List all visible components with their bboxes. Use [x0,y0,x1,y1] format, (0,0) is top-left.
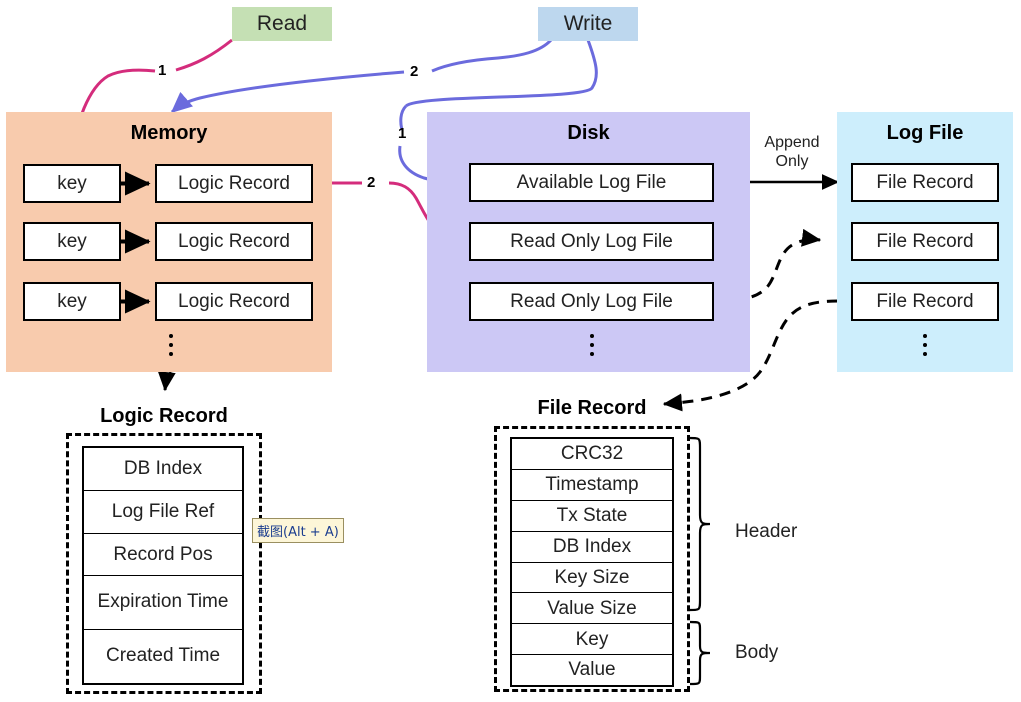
memory-panel-title: Memory [130,122,208,144]
header-brace [689,436,711,612]
memory-key-label: key [57,290,87,312]
disk-ellipsis [587,334,597,356]
log-file-record-label: File Record [876,230,974,252]
file-record-field: CRC32 [512,439,672,470]
logic-record-field: DB Index [84,448,242,491]
read-action-label: Read [256,12,308,35]
disk-file-label: Read Only Log File [510,290,673,312]
file-record-field: Timestamp [512,470,672,501]
memory-logic-record-box[interactable]: Logic Record [155,222,313,261]
write-flow-arrow [170,38,553,114]
log-file-record-box[interactable]: File Record [851,282,999,321]
logic-record-field-table: DB Index Log File Ref Record Pos Expirat… [82,446,244,685]
disk-readonly-log-file-box[interactable]: Read Only Log File [469,282,714,321]
edge-label-write-disk-step: 1 [398,125,407,142]
file-record-field-table: CRC32 Timestamp Tx State DB Index Key Si… [510,437,674,687]
logic-record-field: Record Pos [84,534,242,577]
logic-record-field: Expiration Time [84,576,242,631]
log-file-panel-title: Log File [886,122,964,144]
log-file-record-label: File Record [876,171,974,193]
file-record-header-group-label: Header [735,521,798,542]
memory-logic-record-label: Logic Record [178,172,290,194]
file-record-field: Tx State [512,501,672,532]
screenshot-tooltip-badge: 截图(Alt + A) [252,518,344,543]
disk-available-log-file-box[interactable]: Available Log File [469,163,714,202]
file-record-field: DB Index [512,532,672,563]
logic-record-field: Created Time [105,645,221,667]
disk-readonly-log-file-box[interactable]: Read Only Log File [469,222,714,261]
edge-label-read-disk-step: 2 [367,174,376,191]
memory-key-label: key [57,172,87,194]
append-only-line1: Append [764,134,820,151]
read-action-pill[interactable]: Read [232,7,332,41]
file-record-field: Value Size [512,593,672,625]
file-record-detail-title: File Record [537,397,647,419]
memory-key-box[interactable]: key [23,282,121,321]
file-record-field: Value [568,659,616,681]
logic-record-detail-title: Logic Record [100,405,228,427]
memory-key-label: key [57,230,87,252]
disk-file-label: Available Log File [516,171,667,193]
edge-label-read-step: 1 [158,62,167,79]
memory-logic-record-box[interactable]: Logic Record [155,282,313,321]
body-brace [689,620,711,686]
memory-ellipsis [166,334,176,356]
log-file-record-box[interactable]: File Record [851,222,999,261]
append-only-line2: Only [775,153,809,171]
logic-record-field: Log File Ref [84,491,242,534]
memory-logic-record-label: Logic Record [178,230,290,252]
log-file-ellipsis [920,334,930,356]
file-record-field: Key [512,624,672,656]
memory-logic-record-box[interactable]: Logic Record [155,164,313,203]
log-file-record-box[interactable]: File Record [851,163,999,202]
memory-logic-record-label: Logic Record [178,290,290,312]
write-action-label: Write [563,12,613,35]
file-record-field: Key Size [512,563,672,594]
edge-label-write-step: 2 [410,63,419,80]
append-only-label: Append Only [752,133,832,171]
log-file-record-label: File Record [876,290,974,312]
memory-key-box[interactable]: key [23,164,121,203]
file-record-body-group-label: Body [735,642,779,663]
memory-key-box[interactable]: key [23,222,121,261]
diagram-canvas: Read Write 1 2 1 2 Memory key Logic Reco… [0,0,1021,702]
disk-file-label: Read Only Log File [510,230,673,252]
write-action-pill[interactable]: Write [538,7,638,41]
disk-panel-title: Disk [567,122,610,144]
